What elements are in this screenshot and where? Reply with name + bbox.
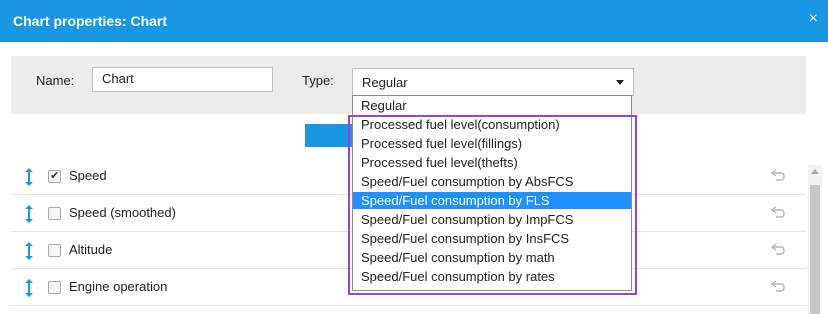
series-checkbox[interactable] <box>48 244 61 257</box>
undo-icon[interactable] <box>770 279 786 293</box>
series-label: Speed <box>69 168 107 183</box>
check-icon: ✔ <box>50 170 60 182</box>
type-select[interactable]: Regular <box>352 68 634 96</box>
scroll-up-icon[interactable] <box>811 169 819 174</box>
drag-handle-icon[interactable] <box>24 205 34 223</box>
series-checkbox[interactable]: ✔ <box>48 170 61 183</box>
series-scrollbar[interactable] <box>808 165 822 314</box>
series-checkbox[interactable] <box>48 207 61 220</box>
name-input-value: Chart <box>102 71 134 86</box>
dialog-title-bar: Chart properties: Chart × <box>0 0 828 42</box>
undo-icon[interactable] <box>770 168 786 182</box>
undo-icon[interactable] <box>770 242 786 256</box>
type-option[interactable]: Regular <box>353 97 631 114</box>
series-checkbox[interactable] <box>48 281 61 294</box>
type-option-hovered[interactable]: Speed/Fuel consumption by FLS <box>353 192 631 209</box>
type-option[interactable]: Processed fuel level(consumption) <box>353 116 631 133</box>
series-label: Altitude <box>69 242 113 257</box>
type-option[interactable]: Speed/Fuel consumption by rates <box>353 268 631 285</box>
drag-handle-icon[interactable] <box>24 242 34 260</box>
type-label: Type: <box>302 73 334 88</box>
series-label: Engine operation <box>69 279 168 294</box>
type-dropdown-list: Regular Processed fuel level(consumption… <box>352 95 632 291</box>
apply-button[interactable] <box>305 124 353 147</box>
scrollbar-thumb[interactable] <box>810 185 820 314</box>
type-option[interactable]: Processed fuel level(fillings) <box>353 135 631 152</box>
drag-handle-icon[interactable] <box>24 168 34 186</box>
series-label: Speed (smoothed) <box>69 205 176 220</box>
type-select-value: Regular <box>362 75 408 90</box>
type-option[interactable]: Speed/Fuel consumption by AbsFCS <box>353 173 631 190</box>
type-option[interactable]: Speed/Fuel consumption by math <box>353 249 631 266</box>
type-option[interactable]: Speed/Fuel consumption by ImpFCS <box>353 211 631 228</box>
name-label: Name: <box>36 73 75 88</box>
type-option[interactable]: Processed fuel level(thefts) <box>353 154 631 171</box>
drag-handle-icon[interactable] <box>24 279 34 297</box>
type-option[interactable]: Speed/Fuel consumption by InsFCS <box>353 230 631 247</box>
chevron-down-icon[interactable] <box>616 80 624 85</box>
dialog-title: Chart properties: Chart <box>13 13 168 29</box>
close-icon[interactable]: × <box>809 11 818 27</box>
undo-icon[interactable] <box>770 205 786 219</box>
name-input[interactable]: Chart <box>92 67 273 92</box>
